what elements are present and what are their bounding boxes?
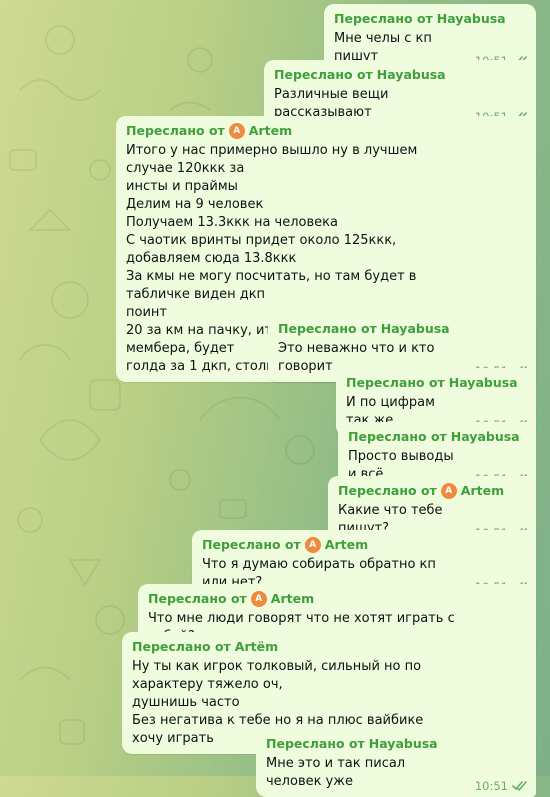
sender-name[interactable]: Hayabusa xyxy=(369,736,438,751)
message-time: 10:51 xyxy=(474,779,508,793)
sender-avatar[interactable]: A xyxy=(440,482,457,499)
forwarded-label: Переслано от xyxy=(334,11,433,26)
sender-name[interactable]: Artëm xyxy=(235,639,278,654)
forwarded-header[interactable]: Переслано от Hayabusa xyxy=(274,66,526,83)
forwarded-header[interactable]: Переслано от A Artem xyxy=(202,536,526,553)
forwarded-label: Переслано от xyxy=(126,123,225,138)
forwarded-header[interactable]: Переслано от Hayabusa xyxy=(348,428,526,445)
forwarded-label: Переслано от xyxy=(148,591,247,606)
sender-name[interactable]: Artem xyxy=(325,537,368,552)
message-bubble[interactable]: Переслано от Hayabusa Мне это и так писал … xyxy=(256,729,536,797)
sender-avatar[interactable]: A xyxy=(228,122,245,139)
forwarded-label: Переслано от xyxy=(278,321,377,336)
forwarded-label: Переслано от xyxy=(346,375,445,390)
forwarded-header[interactable]: Переслано от Artëm xyxy=(132,638,526,655)
sender-avatar[interactable]: A xyxy=(304,536,321,553)
forwarded-header[interactable]: Переслано от A Artem xyxy=(126,122,526,139)
forwarded-header[interactable]: Переслано от Hayabusa xyxy=(266,735,526,752)
sender-name[interactable]: Artem xyxy=(249,123,292,138)
forwarded-label: Переслано от xyxy=(266,736,365,751)
forwarded-header[interactable]: Переслано от A Artem xyxy=(148,590,526,607)
sender-name[interactable]: Hayabusa xyxy=(381,321,450,336)
sender-avatar[interactable]: A xyxy=(250,590,267,607)
forwarded-header[interactable]: Переслано от A Artem xyxy=(338,482,526,499)
sender-name[interactable]: Artem xyxy=(271,591,314,606)
double-check-icon xyxy=(512,781,527,791)
sender-name[interactable]: Hayabusa xyxy=(451,429,520,444)
forwarded-label: Переслано от xyxy=(274,67,373,82)
forwarded-label: Переслано от xyxy=(348,429,447,444)
forwarded-label: Переслано от xyxy=(132,639,231,654)
sender-name[interactable]: Artem xyxy=(461,483,504,498)
forwarded-label: Переслано от xyxy=(338,483,437,498)
sender-name[interactable]: Hayabusa xyxy=(449,375,518,390)
forwarded-header[interactable]: Переслано от Hayabusa xyxy=(346,374,526,391)
message-meta: 10:51 xyxy=(475,779,528,793)
forwarded-header[interactable]: Переслано от Hayabusa xyxy=(278,320,526,337)
forwarded-header[interactable]: Переслано от Hayabusa xyxy=(334,10,526,27)
sender-name[interactable]: Hayabusa xyxy=(377,67,446,82)
forwarded-label: Переслано от xyxy=(202,537,301,552)
sender-name[interactable]: Hayabusa xyxy=(437,11,506,26)
